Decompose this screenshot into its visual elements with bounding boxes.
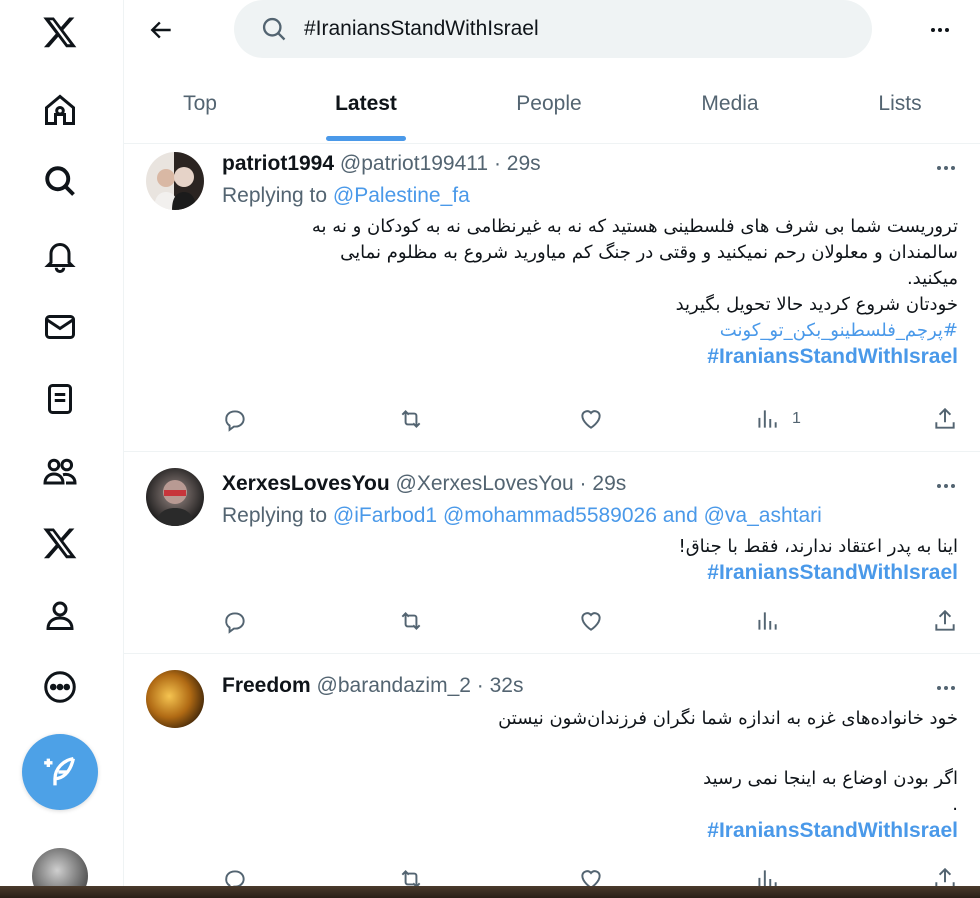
tweet-header: XerxesLovesYou @XerxesLovesYou · 29s bbox=[222, 472, 626, 496]
tweet-text: خود خانواده‌های غزه به اندازه شما نگران … bbox=[244, 704, 958, 846]
home-icon[interactable] bbox=[38, 88, 82, 132]
hashtag-link[interactable]: #IraniansStandWithIsrael bbox=[244, 816, 958, 846]
avatar[interactable] bbox=[146, 152, 204, 210]
analytics-icon bbox=[758, 612, 777, 630]
user-handle[interactable]: @patriot199411 bbox=[340, 152, 488, 175]
active-tab-indicator bbox=[326, 136, 406, 141]
hashtag-link[interactable]: #IraniansStandWithIsrael bbox=[244, 560, 958, 586]
search-input[interactable] bbox=[304, 17, 824, 41]
timestamp[interactable]: 29s bbox=[507, 152, 541, 175]
repost-icon bbox=[401, 612, 421, 630]
mention-link[interactable]: @iFarbod1 @mohammad5589026 and @va_ashta… bbox=[333, 504, 822, 527]
tweet-text-line: سالمندان و معلولان رحم نمیکنید و وقتی در… bbox=[340, 242, 958, 263]
replying-to-label: Replying to bbox=[222, 184, 328, 207]
hashtag-link[interactable]: #پرچم_فلسطینو_بکن_تو_کونت bbox=[244, 318, 958, 344]
compose-post-button[interactable] bbox=[22, 734, 98, 810]
repost-button[interactable] bbox=[398, 606, 424, 636]
tweet-text-line: اینا به پدر اعتقاد ندارند، فقط با جناق! bbox=[678, 536, 958, 557]
search-tabs: Top Latest People Media Lists bbox=[124, 76, 980, 144]
search-header: Top Latest People Media Lists bbox=[124, 0, 980, 144]
tweet-text-line: تروریست شما بی شرف های فلسطینی هستید که … bbox=[311, 216, 958, 237]
ellipsis-icon bbox=[931, 28, 949, 32]
views-count: 1 bbox=[792, 410, 801, 427]
avatar[interactable] bbox=[146, 468, 204, 526]
tweet-header: Freedom @barandazim_2 · 32s bbox=[222, 674, 523, 698]
tweet-text: اینا به پدر اعتقاد ندارند، فقط با جناق! … bbox=[244, 534, 958, 586]
notifications-icon[interactable] bbox=[38, 233, 82, 277]
tweet-text-line: خود خانواده‌های غزه به اندازه شما نگران … bbox=[498, 708, 958, 729]
communities-icon[interactable] bbox=[38, 449, 82, 493]
views-button[interactable]: 1 bbox=[754, 404, 801, 434]
tweet-actions: 1 bbox=[124, 404, 980, 434]
search-icon bbox=[262, 17, 286, 41]
tab-people[interactable]: People bbox=[499, 76, 599, 144]
lists-icon[interactable] bbox=[38, 377, 82, 421]
heart-icon bbox=[581, 410, 601, 429]
avatar[interactable] bbox=[146, 670, 204, 728]
ellipsis-icon[interactable] bbox=[934, 156, 958, 180]
repost-icon bbox=[401, 410, 421, 428]
tweet[interactable]: Freedom @barandazim_2 · 32s خود خانواده‌… bbox=[124, 654, 980, 898]
reply-icon bbox=[225, 612, 245, 634]
back-button[interactable] bbox=[146, 14, 178, 46]
tweet[interactable]: patriot1994 @patriot199411 · 29s Replyin… bbox=[124, 144, 980, 452]
user-handle[interactable]: @barandazim_2 bbox=[317, 674, 471, 697]
tweet-text: تروریست شما بی شرف های فلسطینی هستید که … bbox=[244, 214, 958, 370]
analytics-icon bbox=[758, 410, 777, 428]
tweet[interactable]: XerxesLovesYou @XerxesLovesYou · 29s Rep… bbox=[124, 452, 980, 654]
left-nav bbox=[0, 0, 124, 898]
more-icon[interactable] bbox=[38, 665, 82, 709]
replying-to: Replying to @Palestine_fa bbox=[222, 184, 470, 208]
tweet-header: patriot1994 @patriot199411 · 29s bbox=[222, 152, 541, 176]
reply-icon bbox=[225, 410, 245, 432]
ellipsis-icon[interactable] bbox=[934, 676, 958, 700]
tweet-text-line: . bbox=[952, 794, 958, 815]
hashtag-link[interactable]: #IraniansStandWithIsrael bbox=[244, 344, 958, 370]
ellipsis-icon[interactable] bbox=[934, 474, 958, 498]
profile-icon[interactable] bbox=[38, 593, 82, 637]
feather-plus-icon bbox=[44, 757, 75, 786]
mention-link[interactable]: @Palestine_fa bbox=[333, 184, 470, 207]
display-name[interactable]: Freedom bbox=[222, 674, 311, 697]
heart-icon bbox=[581, 612, 601, 631]
views-button[interactable] bbox=[754, 606, 792, 636]
like-button[interactable] bbox=[578, 404, 604, 434]
replying-to: Replying to @iFarbod1 @mohammad5589026 a… bbox=[222, 504, 822, 528]
repost-button[interactable] bbox=[398, 404, 424, 434]
arrow-left-icon bbox=[150, 21, 171, 39]
more-options-button[interactable] bbox=[924, 14, 956, 46]
explore-icon[interactable] bbox=[38, 159, 82, 203]
separator-dot: · bbox=[493, 152, 501, 175]
tweet-text-line bbox=[244, 734, 958, 764]
separator-dot: · bbox=[579, 472, 587, 495]
search-bar[interactable] bbox=[234, 0, 872, 58]
tweet-actions bbox=[124, 606, 980, 636]
tweet-text-line: خودتان شروع کردید حالا تحویل بگیرید bbox=[675, 294, 958, 315]
messages-icon[interactable] bbox=[38, 305, 82, 349]
timestamp[interactable]: 29s bbox=[592, 472, 626, 495]
display-name[interactable]: patriot1994 bbox=[222, 152, 334, 175]
share-icon bbox=[935, 609, 955, 631]
tab-lists[interactable]: Lists bbox=[860, 76, 940, 144]
x-logo-icon[interactable] bbox=[38, 10, 82, 54]
user-handle[interactable]: @XerxesLovesYou bbox=[396, 472, 574, 495]
reply-button[interactable] bbox=[222, 606, 248, 636]
replying-to-label: Replying to bbox=[222, 504, 328, 527]
tweet-text-line: میکنید. bbox=[906, 268, 958, 289]
display-name[interactable]: XerxesLovesYou bbox=[222, 472, 390, 495]
premium-icon[interactable] bbox=[38, 521, 82, 565]
tweet-text-line: اگر بودن اوضاع به اینجا نمی رسید bbox=[703, 768, 958, 789]
separator-dot: · bbox=[476, 674, 484, 697]
share-icon bbox=[935, 407, 955, 429]
timestamp[interactable]: 32s bbox=[490, 674, 524, 697]
like-button[interactable] bbox=[578, 606, 604, 636]
tab-media[interactable]: Media bbox=[680, 76, 780, 144]
window-bottom-edge bbox=[0, 886, 980, 898]
tab-latest[interactable]: Latest bbox=[316, 76, 416, 144]
reply-button[interactable] bbox=[222, 404, 248, 434]
tab-top[interactable]: Top bbox=[164, 76, 236, 144]
share-button[interactable] bbox=[932, 606, 958, 636]
share-button[interactable] bbox=[932, 404, 958, 434]
